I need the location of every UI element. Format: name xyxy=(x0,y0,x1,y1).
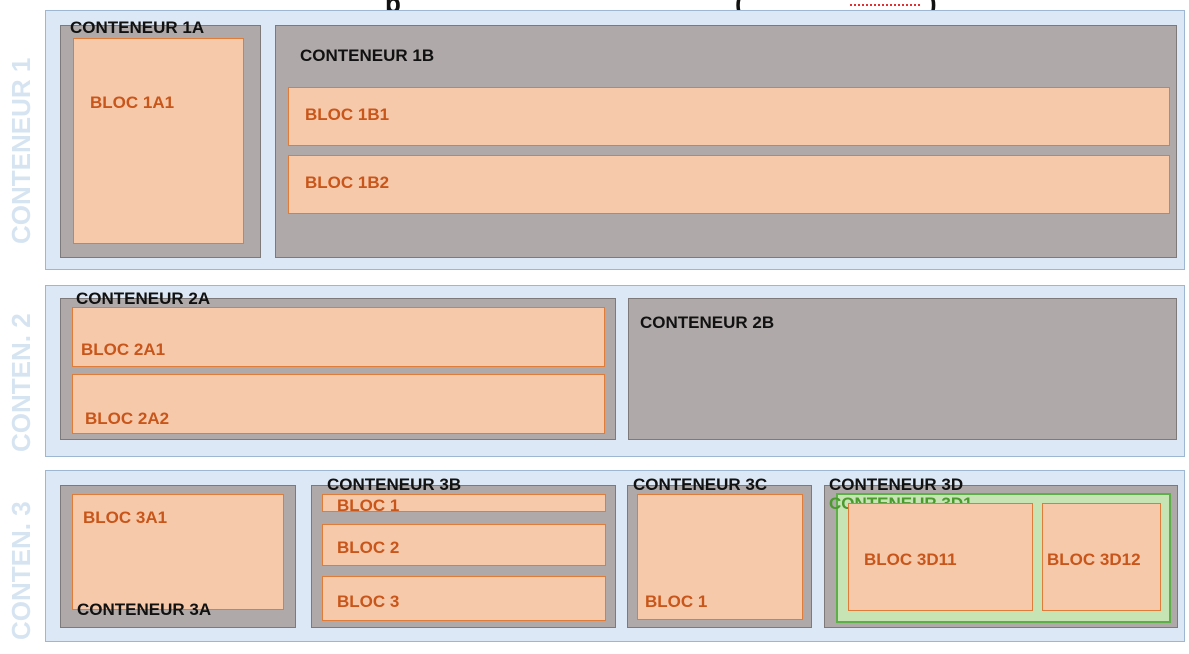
bloc-3d12-label: BLOC 3D12 xyxy=(1047,550,1141,569)
container-1b-label: CONTENEUR 1B xyxy=(300,46,435,65)
bloc-3a1-label: BLOC 3A1 xyxy=(83,508,168,527)
container-2a-label: CONTENEUR 2A xyxy=(76,289,211,308)
spellcheck-underline xyxy=(850,2,920,6)
container-3b-label: CONTENEUR 3B xyxy=(327,475,462,494)
container-3c-label: CONTENEUR 3C xyxy=(633,475,768,494)
container-1-label: CONTENEUR 1 xyxy=(6,57,36,244)
bloc-3b-3-label: BLOC 3 xyxy=(337,592,400,611)
bloc-1b1-label: BLOC 1B1 xyxy=(305,105,390,124)
bloc-1a1 xyxy=(73,38,244,244)
bloc-1b1 xyxy=(288,87,1170,146)
container-2-label: CONTEN. 2 xyxy=(6,313,36,452)
bloc-3b-1-label: BLOC 1 xyxy=(337,496,400,515)
container-3d-label: CONTENEUR 3D xyxy=(829,475,964,494)
bloc-1b2 xyxy=(288,155,1170,214)
bloc-2a1-label: BLOC 2A1 xyxy=(81,340,166,359)
container-3-label: CONTEN. 3 xyxy=(6,501,36,640)
container-3a-label: CONTENEUR 3A xyxy=(77,600,212,619)
bloc-1a1-label: BLOC 1A1 xyxy=(90,93,175,112)
bloc-3d11-label: BLOC 3D11 xyxy=(864,550,957,569)
bloc-3b-2-label: BLOC 2 xyxy=(337,538,400,557)
container-1a-label: CONTENEUR 1A xyxy=(70,18,205,37)
bloc-1b2-label: BLOC 1B2 xyxy=(305,173,390,192)
bloc-3c-1-label: BLOC 1 xyxy=(645,592,708,611)
container-2b-label: CONTENEUR 2B xyxy=(640,313,775,332)
bloc-2a2-label: BLOC 2A2 xyxy=(85,409,170,428)
